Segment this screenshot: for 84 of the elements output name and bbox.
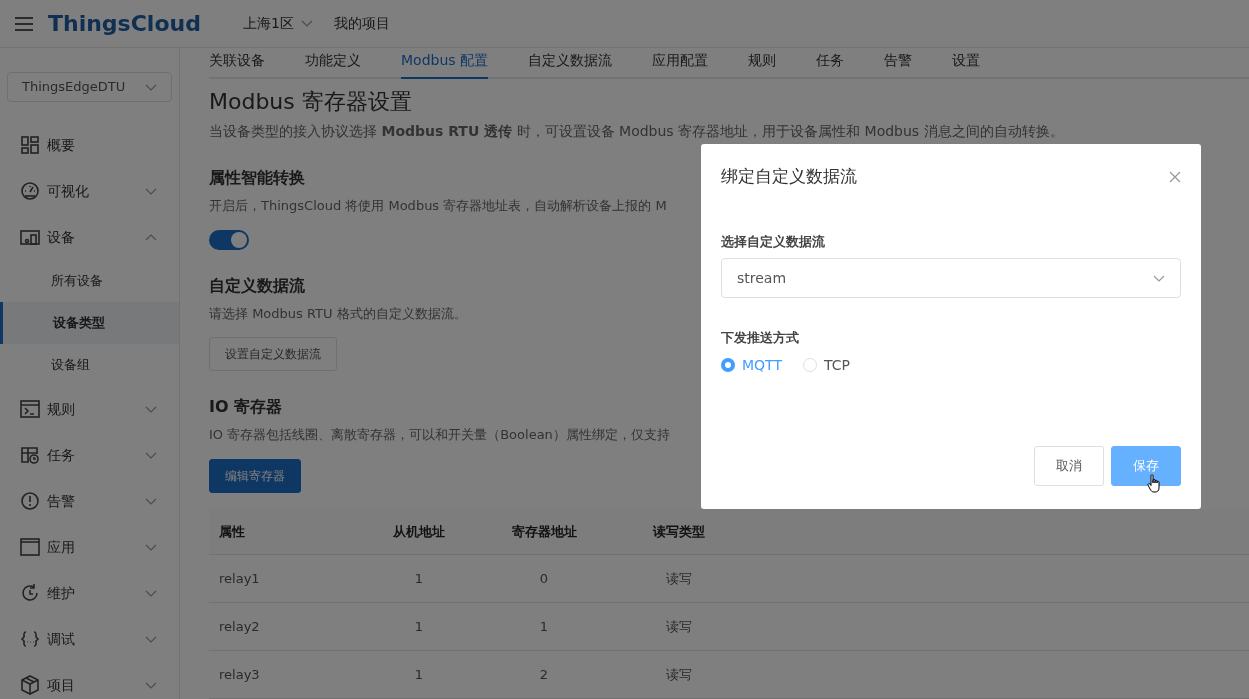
- cube-icon: [20, 675, 40, 695]
- grid-icon: [20, 135, 40, 155]
- gauge-icon: [20, 181, 40, 201]
- section-title: 自定义数据流: [209, 274, 305, 297]
- table-cell: relay3: [209, 650, 369, 699]
- toggle-switch[interactable]: [209, 229, 249, 250]
- chevron-down-icon: [145, 83, 157, 91]
- window-icon: [20, 537, 40, 557]
- sidebar-label: 告警: [47, 491, 76, 511]
- save-button[interactable]: 保存: [1111, 445, 1181, 486]
- table-cell: relay1: [209, 554, 369, 603]
- menu-icon[interactable]: [14, 15, 34, 32]
- field-label: 下发推送方式: [721, 329, 800, 347]
- sidebar-label: 维护: [47, 583, 76, 603]
- sidebar-item[interactable]: 设备: [0, 214, 179, 260]
- stream-select[interactable]: stream: [721, 258, 1181, 298]
- refresh-icon: [20, 583, 40, 603]
- sidebar-item[interactable]: 维护: [0, 570, 179, 616]
- table-cell: 1: [369, 602, 469, 651]
- sidebar-subitem[interactable]: 所有设备: [0, 260, 179, 302]
- table-cell: 1: [369, 554, 469, 603]
- section-description: 请选择 Modbus RTU 格式的自定义数据流。: [209, 304, 467, 323]
- section-title: IO 寄存器: [209, 396, 283, 419]
- section-description: IO 寄存器包括线圈、离散寄存器，可以和开关量（Boolean）属性绑定，仅支持: [209, 426, 670, 445]
- tab[interactable]: 设置: [952, 50, 981, 79]
- tab[interactable]: 应用配置: [652, 50, 709, 79]
- field-label: 选择自定义数据流: [721, 232, 826, 251]
- tab[interactable]: 功能定义: [305, 50, 361, 79]
- table-cell: 1: [369, 650, 469, 699]
- table-cell: 0: [469, 554, 619, 603]
- tab[interactable]: Modbus 配置: [401, 50, 489, 79]
- chevron-down-icon: [300, 20, 313, 27]
- device-select[interactable]: ThingsEdgeDTU: [7, 72, 172, 102]
- devices-icon: [20, 227, 40, 247]
- tab[interactable]: 关联设备: [209, 50, 265, 79]
- sidebar-label: 应用: [47, 537, 76, 557]
- terminal-icon: [20, 399, 40, 419]
- chevron-down-icon: [1153, 274, 1165, 282]
- sidebar-item[interactable]: 项目: [0, 662, 179, 699]
- hand-cursor-icon: [1147, 473, 1161, 494]
- radio-button[interactable]: [721, 358, 735, 372]
- page-description: 当设备类型的接入协议选择 Modbus RTU 透传 时，可设置设备 Modbus 寄存器地址，用于设备属性和 Modbus 消息之间的自动转换。: [209, 122, 1065, 142]
- region-dropdown[interactable]: 上海1区: [242, 13, 313, 34]
- sidebar-item[interactable]: 概要: [0, 122, 179, 168]
- section-description: 开启后，ThingsCloud 将使用 Modbus 寄存器地址表，自动解析设备上报的 M: [209, 197, 667, 216]
- table-cell: 读写: [619, 602, 739, 651]
- sidebar-item[interactable]: 调试: [0, 616, 179, 662]
- tab[interactable]: 规则: [748, 50, 777, 79]
- sidebar-subitem[interactable]: 设备类型: [0, 302, 179, 344]
- table-cell: 读写: [619, 554, 739, 603]
- sidebar-label: 项目: [47, 675, 76, 695]
- sidebar-item[interactable]: 任务: [0, 432, 179, 478]
- edit-registers-button[interactable]: 编辑寄存器: [209, 458, 301, 493]
- sidebar-item[interactable]: 应用: [0, 524, 179, 570]
- radio-label[interactable]: MQTT: [742, 354, 782, 376]
- dialog-title: 绑定自定义数据流: [721, 165, 857, 188]
- sidebar-label: 设备: [47, 227, 76, 247]
- tab[interactable]: 告警: [884, 50, 913, 79]
- table-cell: relay2: [209, 602, 369, 651]
- table-cell: 读写: [619, 650, 739, 699]
- sidebar-label: 可视化: [47, 181, 90, 201]
- sidebar-label: 规则: [47, 399, 76, 419]
- page-title: Modbus 寄存器设置: [209, 89, 413, 116]
- section-title: 属性智能转换: [209, 167, 305, 190]
- braces-icon: [20, 629, 40, 649]
- table-cell: 2: [469, 650, 619, 699]
- sidebar-subitem[interactable]: 设备组: [0, 344, 179, 386]
- close-icon[interactable]: [1169, 170, 1181, 183]
- sidebar-label: 概要: [47, 135, 76, 155]
- brand-logo[interactable]: ThingsCloud: [48, 7, 201, 40]
- tab[interactable]: 任务: [816, 50, 845, 79]
- alert-icon: [20, 491, 40, 511]
- sidebar-item[interactable]: 规则: [0, 386, 179, 432]
- table-cell: 1: [469, 602, 619, 651]
- tab[interactable]: 自定义数据流: [528, 50, 613, 79]
- sidebar-item[interactable]: 告警: [0, 478, 179, 524]
- calendar-clock-icon: [20, 445, 40, 465]
- sidebar-label: 调试: [47, 629, 76, 649]
- project-link[interactable]: 我的项目: [333, 13, 390, 34]
- sidebar-item[interactable]: 可视化: [0, 168, 179, 214]
- configure-stream-button[interactable]: 设置自定义数据流: [209, 337, 337, 372]
- sidebar-label: 任务: [47, 445, 76, 465]
- cancel-button[interactable]: 取消: [1034, 445, 1104, 486]
- radio-label[interactable]: TCP: [823, 354, 850, 376]
